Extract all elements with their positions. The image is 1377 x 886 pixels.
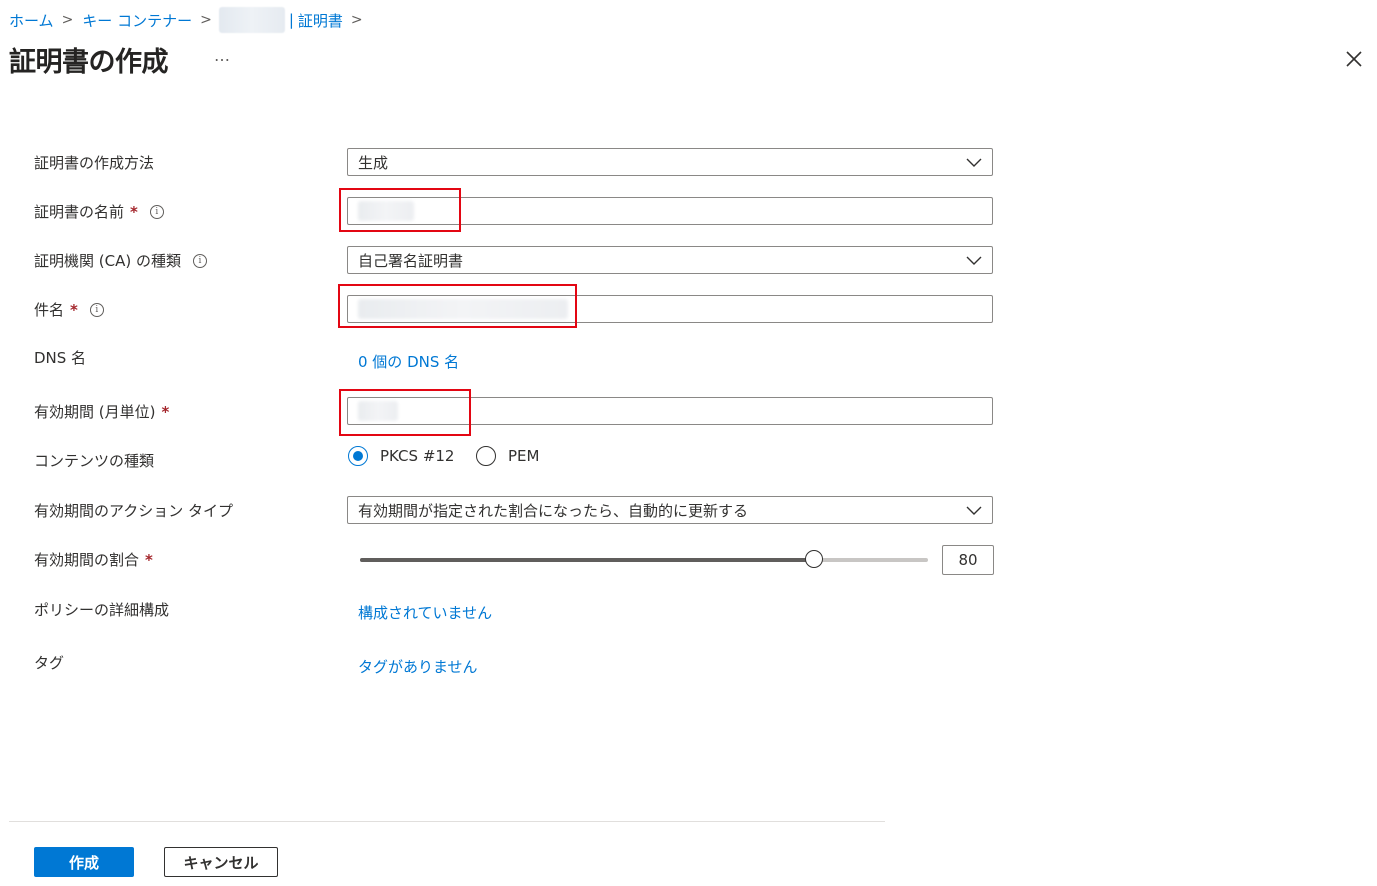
breadcrumb-key-vault[interactable]: キー コンテナー bbox=[82, 10, 192, 31]
chevron-down-icon bbox=[966, 256, 982, 265]
policy-label: ポリシーの詳細構成 bbox=[34, 599, 169, 620]
subject-label: 件名 * i bbox=[34, 299, 104, 320]
close-icon[interactable] bbox=[1343, 48, 1365, 70]
radio-pkcs12[interactable]: PKCS #12 bbox=[348, 446, 454, 466]
percent-slider-track[interactable] bbox=[360, 558, 928, 562]
page-title: 証明書の作成 bbox=[9, 47, 169, 78]
ca-type-label: 証明機関 (CA) の種類 i bbox=[34, 250, 207, 271]
ca-type-dropdown[interactable]: 自己署名証明書 bbox=[347, 246, 993, 274]
percent-label: 有効期間の割合 * bbox=[34, 549, 153, 570]
required-mark: * bbox=[70, 300, 78, 319]
validity-label-text: 有効期間 (月単位) bbox=[34, 403, 156, 421]
method-label: 証明書の作成方法 bbox=[34, 152, 154, 173]
tags-link[interactable]: タグがありません bbox=[358, 656, 478, 677]
create-button[interactable]: 作成 bbox=[34, 847, 134, 877]
required-mark: * bbox=[145, 550, 153, 569]
content-type-label: コンテンツの種類 bbox=[34, 450, 154, 471]
percent-slider-fill bbox=[360, 558, 815, 562]
action-type-label: 有効期間のアクション タイプ bbox=[34, 500, 233, 521]
radio-unselected-icon bbox=[476, 446, 496, 466]
highlight-box bbox=[339, 188, 461, 232]
tags-label: タグ bbox=[34, 652, 64, 673]
radio-label: PEM bbox=[508, 447, 540, 465]
more-options-button[interactable]: … bbox=[214, 46, 231, 65]
method-dropdown[interactable]: 生成 bbox=[347, 148, 993, 176]
policy-link[interactable]: 構成されていません bbox=[358, 602, 492, 623]
ca-type-label-text: 証明機関 (CA) の種類 bbox=[34, 252, 181, 270]
action-type-value: 有効期間が指定された割合になったら、自動的に更新する bbox=[358, 501, 749, 520]
highlight-box bbox=[338, 284, 577, 328]
info-icon[interactable]: i bbox=[192, 253, 207, 268]
breadcrumb-home[interactable]: ホーム bbox=[9, 10, 54, 31]
radio-label: PKCS #12 bbox=[380, 447, 455, 465]
tags-label-text: タグ bbox=[34, 654, 65, 672]
validity-label: 有効期間 (月単位) * bbox=[34, 401, 169, 422]
content-type-label-text: コンテンツの種類 bbox=[34, 452, 155, 470]
ca-type-value: 自己署名証明書 bbox=[358, 251, 464, 270]
breadcrumb-certificates[interactable]: 証明書 bbox=[298, 10, 343, 31]
highlight-box bbox=[339, 389, 471, 436]
breadcrumb-separator: > bbox=[200, 12, 212, 28]
method-label-text: 証明書の作成方法 bbox=[34, 154, 155, 172]
percent-label-text: 有効期間の割合 bbox=[34, 551, 140, 569]
info-icon[interactable]: i bbox=[149, 204, 164, 219]
cancel-button[interactable]: キャンセル bbox=[164, 847, 278, 877]
name-label-text: 証明書の名前 bbox=[34, 203, 125, 221]
chevron-down-icon bbox=[966, 506, 982, 515]
percent-slider-thumb[interactable] bbox=[805, 550, 824, 568]
dns-label-text: DNS 名 bbox=[34, 349, 87, 367]
subject-label-text: 件名 bbox=[34, 301, 65, 319]
dns-label: DNS 名 bbox=[34, 347, 86, 368]
chevron-down-icon bbox=[966, 158, 982, 167]
breadcrumb-pipe: | bbox=[288, 11, 294, 29]
breadcrumb-separator: > bbox=[350, 12, 363, 28]
percent-value-input[interactable]: 80 bbox=[942, 545, 994, 575]
required-mark: * bbox=[130, 202, 138, 221]
info-icon[interactable]: i bbox=[89, 302, 104, 317]
required-mark: * bbox=[161, 402, 170, 421]
action-type-label-text: 有効期間のアクション タイプ bbox=[34, 502, 234, 520]
action-type-dropdown[interactable]: 有効期間が指定された割合になったら、自動的に更新する bbox=[347, 496, 993, 524]
policy-label-text: ポリシーの詳細構成 bbox=[34, 601, 170, 619]
breadcrumb-separator: > bbox=[61, 12, 74, 28]
breadcrumb: ホーム > キー コンテナー > | 証明書 > bbox=[9, 7, 372, 33]
footer-divider bbox=[9, 821, 885, 822]
radio-selected-icon bbox=[348, 446, 368, 466]
name-label: 証明書の名前 * i bbox=[34, 201, 164, 222]
breadcrumb-vault-name-redacted[interactable] bbox=[218, 7, 285, 33]
method-value: 生成 bbox=[358, 153, 389, 172]
dns-names-link[interactable]: 0 個の DNS 名 bbox=[358, 351, 459, 372]
radio-pem[interactable]: PEM bbox=[476, 446, 539, 466]
